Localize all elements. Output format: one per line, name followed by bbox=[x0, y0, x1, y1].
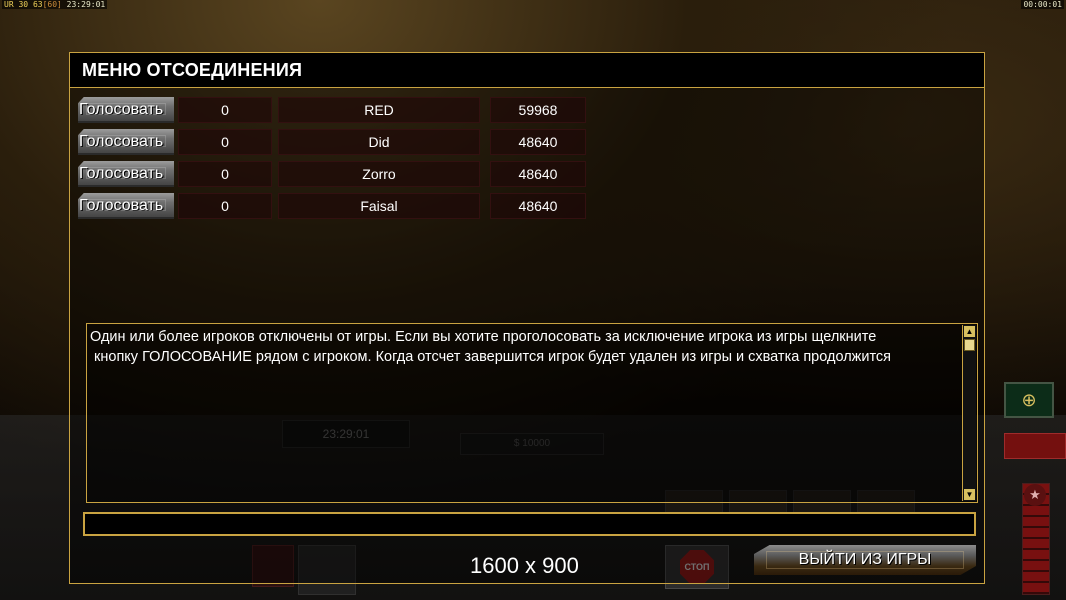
player-name: RED bbox=[278, 97, 480, 123]
vote-button[interactable]: Голосовать bbox=[78, 193, 174, 219]
message-scrollbar[interactable]: ▲ ▼ bbox=[962, 325, 976, 501]
hud-red-panel bbox=[1004, 433, 1066, 459]
star-icon: ★ bbox=[1024, 484, 1046, 506]
player-name: Did bbox=[278, 129, 480, 155]
fps-b: [60] bbox=[42, 0, 62, 9]
player-name: Faisal bbox=[278, 193, 480, 219]
scroll-up-icon[interactable]: ▲ bbox=[964, 326, 975, 337]
fps-current: 30 bbox=[18, 0, 29, 9]
player-ping: 48640 bbox=[490, 161, 586, 187]
chat-input[interactable] bbox=[83, 512, 976, 536]
debug-left: UR 30 63[60] 23:29:01 bbox=[2, 0, 108, 9]
player-ping: 48640 bbox=[490, 193, 586, 219]
message-text: Один или более игроков отключены от игры… bbox=[90, 329, 892, 365]
debug-timer: 00:00:01 bbox=[1021, 0, 1064, 9]
message-box: Один или более игроков отключены от игры… bbox=[86, 323, 978, 503]
debug-bar: UR 30 63[60] 23:29:01 00:00:01 bbox=[0, 0, 1066, 10]
scroll-down-icon[interactable]: ▼ bbox=[964, 489, 975, 500]
vote-button[interactable]: Голосовать bbox=[78, 161, 174, 187]
dialog-title: МЕНЮ ОТСОЕДИНЕНИЯ bbox=[82, 60, 303, 80]
debug-clock: 23:29:01 bbox=[66, 0, 106, 9]
vote-count: 0 bbox=[178, 129, 272, 155]
fps-a: 63 bbox=[32, 0, 43, 9]
vote-button[interactable]: Голосовать bbox=[78, 97, 174, 123]
dialog-title-bar: МЕНЮ ОТСОЕДИНЕНИЯ bbox=[70, 53, 984, 88]
vote-count: 0 bbox=[178, 161, 272, 187]
disconnect-menu: МЕНЮ ОТСОЕДИНЕНИЯ Голосовать 0 RED 59968… bbox=[69, 52, 985, 584]
scroll-thumb[interactable] bbox=[964, 339, 975, 351]
player-ping: 48640 bbox=[490, 129, 586, 155]
exit-game-button[interactable]: ВЫЙТИ ИЗ ИГРЫ bbox=[754, 545, 976, 575]
player-ping: 59968 bbox=[490, 97, 586, 123]
vote-count: 0 bbox=[178, 97, 272, 123]
game-code: UR bbox=[4, 0, 14, 9]
resolution-label: 1600 x 900 bbox=[470, 553, 579, 578]
radar-icon[interactable]: ⊕ bbox=[1004, 382, 1054, 418]
vote-button[interactable]: Голосовать bbox=[78, 129, 174, 155]
vote-count: 0 bbox=[178, 193, 272, 219]
player-name: Zorro bbox=[278, 161, 480, 187]
